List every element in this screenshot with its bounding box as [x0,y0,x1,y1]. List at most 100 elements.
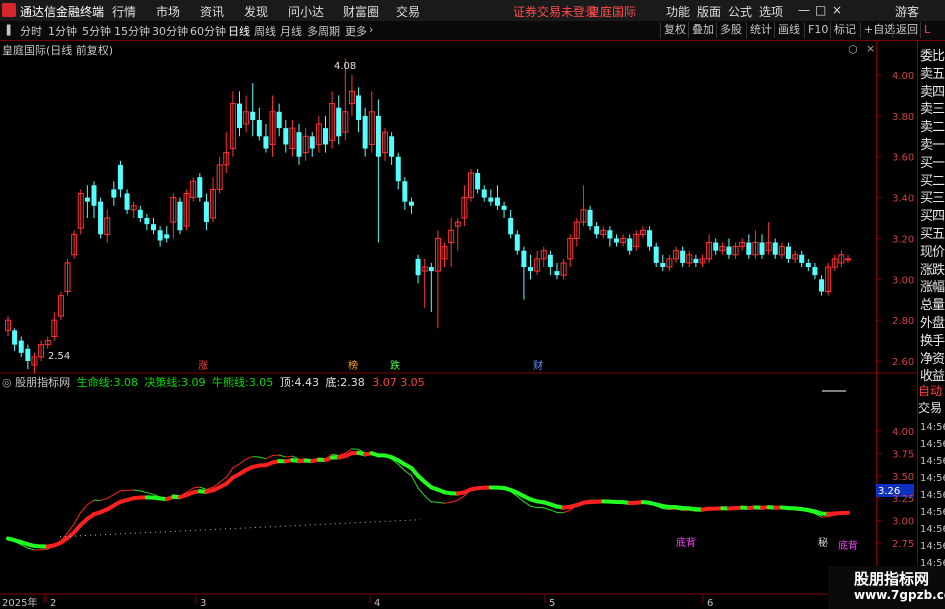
mark-button[interactable]: 标记 [830,22,859,38]
quote-label[interactable]: 外盘 [920,312,945,331]
statistics-button[interactable]: 统计 [746,22,775,38]
menu-news[interactable]: 资讯 [200,3,224,20]
tab-period-30min[interactable]: 30分钟 [152,23,188,39]
candle-body [647,230,653,247]
guest-label[interactable]: 游客 [895,3,919,20]
candle-body [428,267,434,272]
indicator-toggle-icon[interactable]: ◎ [2,376,12,389]
event-label-up[interactable]: 涨 [198,360,208,372]
candle-body [481,189,487,198]
quote-label[interactable]: 涨跌 [920,259,945,278]
indicator-life-line [245,456,254,460]
toolbar-toggle-icon[interactable]: ❚ [4,23,13,36]
quote-label[interactable]: 涨幅 [920,276,945,295]
login-notice[interactable]: 证券交易未登录 [513,3,597,20]
low-price-label: 2.54 [48,351,70,362]
level-l-icon[interactable]: L [920,22,933,38]
indicator-life-line [199,486,207,491]
candle-body [362,115,368,149]
menu-function[interactable]: 功能 [666,3,690,20]
restore-rights-button[interactable]: 复权 [660,22,689,38]
tab-period-weekly[interactable]: 周线 [254,23,276,39]
close-chart-icon[interactable]: × [866,42,875,55]
trade-time: 14:56 [920,422,945,433]
indicator-life-label: 生命线: [76,376,114,389]
tab-period-5min[interactable]: 5分钟 [82,23,111,39]
quote-label[interactable]: 换手 [920,330,945,349]
price-axis-label: 4.00 [892,71,914,82]
tab-period-15min[interactable]: 15分钟 [114,23,150,39]
candle-body [283,128,289,145]
quote-label[interactable]: 买五 [920,223,945,242]
indicator-name[interactable]: 股朋指标网 [15,376,70,389]
indicator-life-line [146,492,155,495]
menu-trade[interactable]: 交易 [396,3,420,20]
close-icon[interactable]: × [832,3,842,17]
quote-label[interactable]: 买三 [920,187,945,206]
chevron-right-icon[interactable]: › [369,23,373,36]
back-button[interactable]: 返回 [892,22,921,38]
tab-period-60min[interactable]: 60分钟 [190,23,226,39]
indicator-decision-label: 决策线: [144,376,182,389]
menu-ask[interactable]: 问小达 [288,3,324,20]
auto-trade-label[interactable]: 交易 [918,401,942,415]
quote-label[interactable]: 卖二 [920,116,945,135]
candle-body [336,107,342,137]
tab-period-1min[interactable]: 1分钟 [48,23,77,39]
menu-formula[interactable]: 公式 [728,3,752,20]
tab-period-more[interactable]: 更多 [345,23,367,39]
candle-body [111,189,117,198]
multi-stock-button[interactable]: 多股 [716,22,745,38]
candle-body [660,262,666,268]
event-label-down[interactable]: 跌 [390,359,400,372]
auto-trade-label[interactable]: 自动 [918,384,942,398]
menu-layout[interactable]: 版面 [697,3,721,20]
quote-label[interactable]: 卖三 [920,98,945,117]
tab-period-daily[interactable]: 日线 [228,23,250,39]
quote-label[interactable]: 总量 [920,294,945,313]
minimize-icon[interactable]: — [798,3,810,17]
candle-body [375,115,381,157]
overlay-button[interactable]: 叠加 [688,22,717,38]
maximize-icon[interactable]: □ [815,3,826,17]
indicator-life-line [232,463,240,469]
menu-market[interactable]: 市场 [156,3,180,20]
quote-label[interactable]: 净资 [920,348,945,367]
indicator-life-line [417,487,426,497]
quote-label[interactable]: 买一 [920,152,945,171]
quote-label[interactable]: 卖五 [920,63,945,82]
quote-label[interactable]: 卖一 [920,134,945,153]
candle-body [772,242,778,255]
date-axis-label: 2025年 [2,596,37,609]
indicator-axis-label: 2.75 [892,539,914,550]
indicator-life-line [523,501,532,507]
candle-body [614,238,620,243]
menu-wealth[interactable]: 财富圈 [343,3,379,20]
indicator-life-line [450,499,459,503]
settings-icon[interactable]: ⬡ [848,43,858,56]
menu-discover[interactable]: 发现 [244,3,268,20]
quote-label[interactable]: 买四 [920,205,945,224]
date-axis: 2025年 2 3 4 5 6 [2,594,713,609]
quote-label[interactable]: 买二 [920,170,945,189]
candle-body [151,224,157,231]
event-label-finance[interactable]: 财 [533,359,543,372]
candle-body [587,209,593,227]
event-label-rank[interactable]: 榜 [348,359,358,372]
candle-body [263,136,269,149]
tab-period-monthly[interactable]: 月线 [280,23,302,39]
candle-body [197,177,203,198]
quote-label[interactable]: 卖四 [920,81,945,100]
tab-period-intraday[interactable]: 分时 [20,23,42,39]
f10-button[interactable]: F10 [804,22,831,38]
menu-quotes[interactable]: 行情 [112,3,136,20]
draw-line-button[interactable]: 画线 [774,22,803,38]
quote-label[interactable]: 现价 [920,241,945,260]
kline-chart[interactable]: 4.00 3.80 3.60 3.40 3.20 3.00 2.80 2.60 4.08 2.… [0,41,917,609]
tab-period-multi[interactable]: 多周期 [307,23,340,39]
date-axis-label: 5 [549,598,555,609]
menu-options[interactable]: 选项 [759,3,783,20]
candle-body [845,258,851,261]
stock-link[interactable]: 皇庭国际 [588,3,636,20]
quote-label[interactable]: 委比 [920,45,945,64]
